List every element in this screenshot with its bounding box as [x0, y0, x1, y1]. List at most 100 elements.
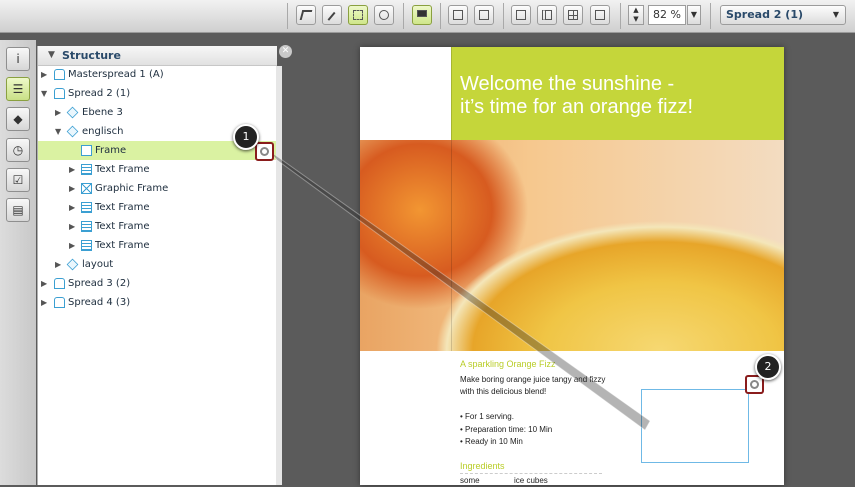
graphic-frame-icon [81, 183, 92, 194]
tree-row-layout[interactable]: ▶ layout [38, 255, 277, 274]
tree-row-label: layout [82, 259, 114, 270]
single-page-icon [516, 10, 526, 20]
toolbar-separator [440, 3, 441, 29]
spread-icon [54, 69, 65, 80]
tree-row-label: Masterspread 1 (A) [68, 69, 164, 80]
toolbar-separator [710, 3, 711, 29]
zoom-input[interactable]: 82 % [648, 5, 686, 25]
ingredients-divider [460, 473, 602, 474]
select-tool-icon [299, 10, 313, 20]
fit-page-icon [595, 10, 605, 20]
notes-button[interactable]: ▤ [6, 198, 30, 222]
frame-visibility-button[interactable] [255, 142, 274, 161]
two-page-button[interactable] [537, 5, 557, 25]
orange-photo [360, 140, 784, 351]
layers-icon: ◆ [13, 112, 23, 126]
history-icon: ◷ [12, 143, 24, 157]
tree-row-label: englisch [82, 126, 124, 137]
grid-view-button[interactable] [563, 5, 583, 25]
expand-icon: ▶ [69, 241, 76, 250]
tree-row-label: Frame [95, 145, 127, 156]
comment-toggle-button[interactable] [412, 5, 432, 25]
tree-row-text-frame[interactable]: ▶ Text Frame [38, 217, 277, 236]
tree-row-label: Text Frame [95, 221, 150, 232]
tree-row-text-frame[interactable]: ▶ Text Frame [38, 160, 277, 179]
image-view-button[interactable] [448, 5, 468, 25]
tree-row-label: Text Frame [95, 202, 150, 213]
expand-icon: ▶ [55, 108, 62, 117]
tree-row-text-frame[interactable]: ▶ Text Frame [38, 236, 277, 255]
tree-row-label: Text Frame [95, 240, 150, 251]
text-frame-icon [81, 202, 92, 213]
tree-row-spread-4[interactable]: ▶ Spread 4 (3) [38, 293, 277, 312]
page-headline: Welcome the sunshine - it’s time for an … [460, 73, 693, 119]
pen-tool-button[interactable] [322, 5, 342, 25]
recipe-subtitle: A sparkling Orange Fizz [460, 359, 556, 369]
layout-icon [479, 10, 489, 20]
single-page-button[interactable] [511, 5, 531, 25]
tree-row-spread-3[interactable]: ▶ Spread 3 (2) [38, 274, 277, 293]
layer-icon [66, 258, 79, 271]
expand-icon: ▶ [41, 70, 48, 79]
layer-icon [66, 106, 79, 119]
structure-panel: ▼ Structure ▶ Masterspread 1 (A) ▼ Sprea… [37, 46, 277, 485]
intro-line-1: Make boring orange juice tangy and fizzy [460, 375, 606, 384]
layer-icon [66, 125, 79, 138]
image-icon [453, 10, 463, 20]
frame-tool-button[interactable] [348, 5, 368, 25]
structure-button[interactable]: ☰ [6, 77, 30, 101]
ingredients-heading: Ingredients [460, 461, 505, 471]
spread-select-value: Spread 2 (1) [726, 8, 803, 21]
frame-tool-icon [353, 10, 363, 20]
info-icon: i [16, 52, 20, 66]
expand-icon: ▶ [69, 222, 76, 231]
info-button[interactable]: i [6, 47, 30, 71]
layout-view-button[interactable] [474, 5, 494, 25]
visibility-icon [260, 147, 269, 156]
fit-page-button[interactable] [590, 5, 610, 25]
tree-row-spread-2[interactable]: ▼ Spread 2 (1) [38, 84, 277, 103]
spread-icon [54, 278, 65, 289]
tree-row-label: Spread 4 (3) [68, 297, 131, 308]
ingredient-name: ice cubes [514, 476, 548, 485]
visibility-icon [750, 380, 759, 389]
selected-frame-outline[interactable] [641, 389, 749, 463]
tree-row-ebene-3[interactable]: ▶ Ebene 3 [38, 103, 277, 122]
expand-icon: ▶ [69, 203, 76, 212]
zoom-stepper[interactable]: ▲ ▼ [628, 5, 644, 25]
toolbar-separator [403, 3, 404, 29]
checklist-button[interactable]: ☑ [6, 168, 30, 192]
column-guide [451, 47, 452, 351]
chevron-down-icon: ▼ [832, 10, 839, 19]
close-panel-button[interactable]: ✕ [279, 45, 292, 58]
tree-row-label: Ebene 3 [82, 107, 123, 118]
spread-select[interactable]: Spread 2 (1) ▼ [720, 5, 846, 25]
expand-icon: ▶ [41, 298, 48, 307]
expand-icon: ▶ [55, 260, 62, 269]
grid-icon [568, 10, 578, 20]
spread-icon [54, 297, 65, 308]
expand-icon: ▶ [69, 184, 76, 193]
expand-icon: ▶ [69, 165, 76, 174]
intro-line-2: with this delicious blend! [460, 387, 547, 396]
tree-row-masterspread[interactable]: ▶ Masterspread 1 (A) [38, 65, 277, 84]
expand-icon: ▶ [41, 279, 48, 288]
bullet-servings: • For 1 serving. [460, 412, 514, 421]
pen-icon [324, 9, 336, 21]
select-tool-button[interactable] [296, 5, 316, 25]
panel-scrollbar[interactable] [276, 66, 282, 485]
toolbar-separator [503, 3, 504, 29]
zoom-tool-button[interactable] [374, 5, 394, 25]
layers-button[interactable]: ◆ [6, 107, 30, 131]
structure-panel-header[interactable]: ▼ Structure [38, 46, 277, 66]
tree-row-graphic-frame[interactable]: ▶ Graphic Frame [38, 179, 277, 198]
callout-badge-1: 1 [233, 124, 259, 150]
headline-line-1: Welcome the sunshine - [460, 73, 675, 95]
tree-row-label: Graphic Frame [95, 183, 169, 194]
history-button[interactable]: ◷ [6, 138, 30, 162]
zoom-dropdown-button[interactable]: ▼ [687, 5, 701, 25]
text-frame-icon [81, 240, 92, 251]
bullet-ready-time: • Ready in 10 Min [460, 437, 523, 446]
tree-row-label: Text Frame [95, 164, 150, 175]
tree-row-text-frame[interactable]: ▶ Text Frame [38, 198, 277, 217]
